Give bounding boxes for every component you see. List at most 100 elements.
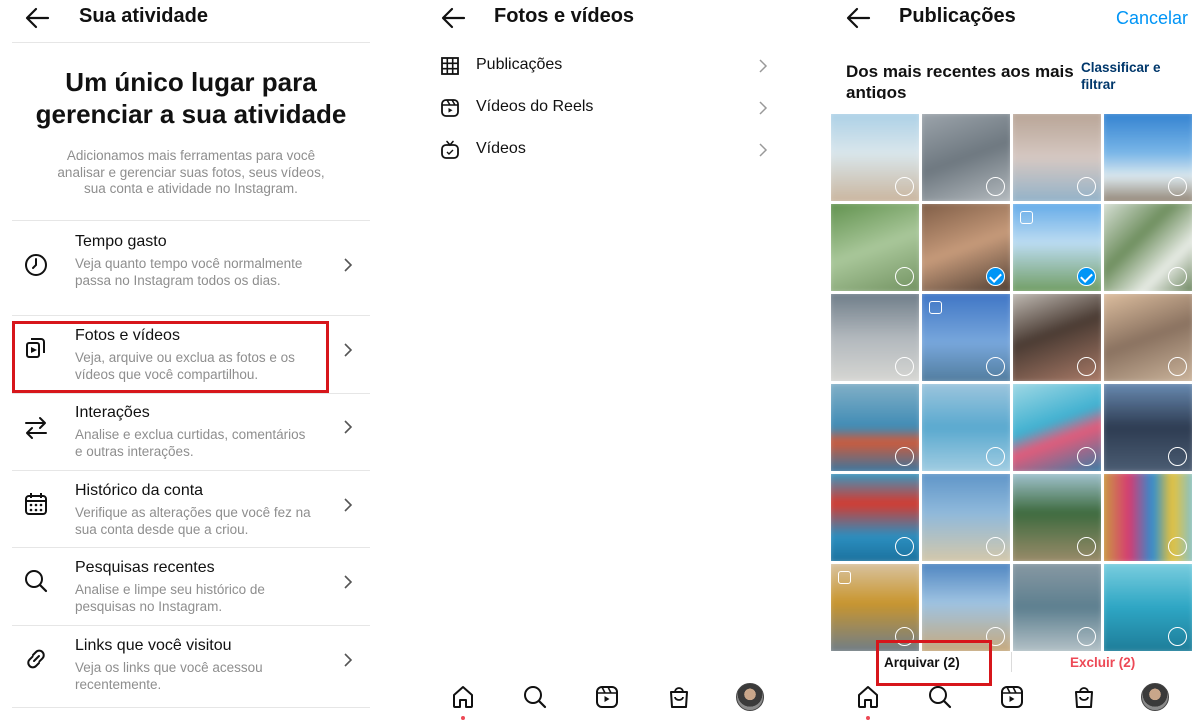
search-icon <box>25 570 48 593</box>
post-thumbnail[interactable] <box>831 564 919 651</box>
post-thumbnail[interactable] <box>922 474 1010 561</box>
cancel-button[interactable]: Cancelar <box>1116 8 1188 29</box>
select-circle[interactable] <box>1168 357 1187 376</box>
selected-checkmark-icon[interactable] <box>1077 267 1096 286</box>
chevron-right-icon <box>759 143 768 157</box>
select-circle[interactable] <box>895 537 914 556</box>
highlight-box <box>12 321 329 393</box>
select-circle[interactable] <box>1168 447 1187 466</box>
profile-avatar[interactable] <box>1141 683 1169 711</box>
post-thumbnail[interactable] <box>831 384 919 471</box>
post-thumbnail[interactable] <box>1104 204 1192 291</box>
back-arrow-icon[interactable] <box>843 4 873 32</box>
notification-dot <box>866 716 870 720</box>
header: Sua atividade <box>0 0 380 36</box>
divider <box>12 220 370 221</box>
select-circle[interactable] <box>895 177 914 196</box>
post-thumbnail[interactable] <box>1013 204 1101 291</box>
post-thumbnail[interactable] <box>831 114 919 201</box>
post-thumbnail[interactable] <box>1104 474 1192 561</box>
select-circle[interactable] <box>1077 627 1096 646</box>
select-circle[interactable] <box>1168 267 1187 286</box>
shop-icon[interactable] <box>1069 682 1099 712</box>
menu-item-reels[interactable]: Vídeos do Reels <box>438 93 768 123</box>
back-arrow-icon[interactable] <box>438 4 468 32</box>
post-thumbnail[interactable] <box>1104 384 1192 471</box>
divider <box>12 547 370 548</box>
page-title: Sua atividade <box>79 5 208 27</box>
hero-subtitle: Adicionamos mais ferramentas para você a… <box>57 148 325 196</box>
menu-item-title: Pesquisas recentes <box>75 559 215 576</box>
post-thumbnail[interactable] <box>831 204 919 291</box>
selected-checkmark-icon[interactable] <box>986 267 1005 286</box>
select-circle[interactable] <box>986 177 1005 196</box>
post-thumbnail[interactable] <box>1104 564 1192 651</box>
select-circle[interactable] <box>1168 537 1187 556</box>
select-circle[interactable] <box>986 447 1005 466</box>
bottom-nav <box>825 672 1200 724</box>
select-circle[interactable] <box>986 357 1005 376</box>
carousel-icon <box>1020 211 1033 224</box>
menu-item-desc: Veja quanto tempo você normalmente passa… <box>75 256 303 288</box>
select-circle[interactable] <box>986 537 1005 556</box>
chevron-right-icon <box>344 258 353 272</box>
post-thumbnail[interactable] <box>922 564 1010 651</box>
activity-screen: Sua atividade Um único lugar para gerenc… <box>0 0 380 724</box>
menu-item-publicacoes[interactable]: Publicações <box>438 51 768 81</box>
post-thumbnail[interactable] <box>831 294 919 381</box>
select-circle[interactable] <box>1077 357 1096 376</box>
post-thumbnail[interactable] <box>1013 114 1101 201</box>
select-circle[interactable] <box>1168 177 1187 196</box>
post-thumbnail[interactable] <box>1104 294 1192 381</box>
post-thumbnail[interactable] <box>922 204 1010 291</box>
notification-dot <box>461 716 465 720</box>
post-thumbnail[interactable] <box>922 294 1010 381</box>
menu-item-desc: Veja os links que você acessou recenteme… <box>75 660 263 692</box>
divider <box>12 707 370 708</box>
post-thumbnail[interactable] <box>922 114 1010 201</box>
posts-screen: Publicações Cancelar Dos mais recentes a… <box>825 0 1200 724</box>
menu-item-title: Tempo gasto <box>75 233 167 250</box>
post-thumbnail[interactable] <box>922 384 1010 471</box>
reels-icon[interactable] <box>592 682 622 712</box>
menu-item-label: Vídeos <box>476 140 526 157</box>
sort-order-label: Dos mais recentes aos mais antigos <box>846 62 1074 99</box>
select-circle[interactable] <box>1168 627 1187 646</box>
post-thumbnail[interactable] <box>1013 474 1101 561</box>
menu-item-historico[interactable]: Histórico da conta Verifique as alteraçõ… <box>12 482 370 542</box>
select-circle[interactable] <box>895 267 914 286</box>
post-thumbnail[interactable] <box>1104 114 1192 201</box>
header: Fotos e vídeos <box>420 0 790 36</box>
post-thumbnail[interactable] <box>1013 384 1101 471</box>
divider <box>1011 652 1012 672</box>
bottom-nav <box>420 672 790 724</box>
menu-item-tempo-gasto[interactable]: Tempo gasto Veja quanto tempo você norma… <box>12 233 370 313</box>
menu-item-pesquisas[interactable]: Pesquisas recentes Analise e limpe seu h… <box>12 559 370 619</box>
menu-item-interacoes[interactable]: Interações Analise e exclua curtidas, co… <box>12 404 370 464</box>
select-circle[interactable] <box>1077 177 1096 196</box>
profile-avatar[interactable] <box>736 683 764 711</box>
menu-item-links[interactable]: Links que você visitou Veja os links que… <box>12 637 370 697</box>
menu-item-desc: Analise e limpe seu histórico de pesquis… <box>75 582 265 614</box>
shop-icon[interactable] <box>664 682 694 712</box>
post-thumbnail[interactable] <box>1013 294 1101 381</box>
back-arrow-icon[interactable] <box>22 4 52 32</box>
chevron-right-icon <box>344 498 353 512</box>
post-thumbnail[interactable] <box>831 474 919 561</box>
delete-button[interactable]: Excluir (2) <box>1070 655 1135 670</box>
select-circle[interactable] <box>895 357 914 376</box>
reels-icon[interactable] <box>997 682 1027 712</box>
search-icon[interactable] <box>520 682 550 712</box>
post-thumbnail[interactable] <box>1013 564 1101 651</box>
home-icon[interactable] <box>853 682 883 712</box>
sort-filter-button[interactable]: Classificar e filtrar <box>1081 59 1181 93</box>
menu-item-desc: Analise e exclua curtidas, comentários e… <box>75 427 306 459</box>
menu-item-title: Links que você visitou <box>75 637 232 654</box>
divider <box>12 393 370 394</box>
select-circle[interactable] <box>1077 447 1096 466</box>
select-circle[interactable] <box>895 447 914 466</box>
menu-item-videos[interactable]: Vídeos <box>438 135 768 165</box>
select-circle[interactable] <box>1077 537 1096 556</box>
home-icon[interactable] <box>448 682 478 712</box>
search-icon[interactable] <box>925 682 955 712</box>
